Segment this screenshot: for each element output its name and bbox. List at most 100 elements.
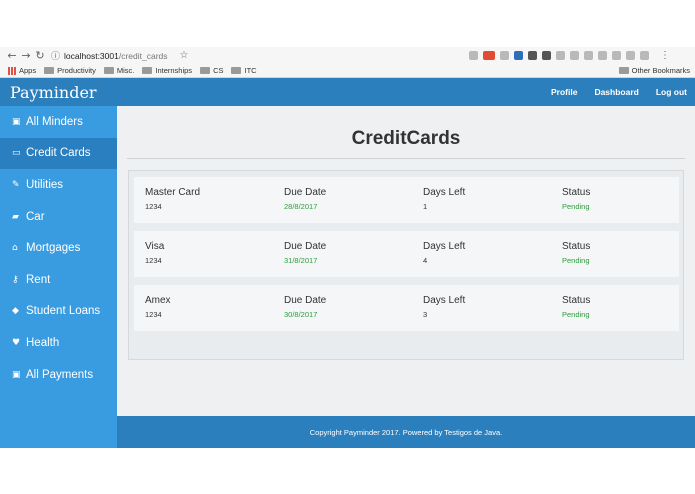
url-host: localhost:3001 xyxy=(64,50,119,61)
extension-icon[interactable] xyxy=(542,51,551,60)
nav-link-dashboard[interactable]: Dashboard xyxy=(594,87,638,97)
status-column: Status Pending xyxy=(562,187,590,211)
days-left-value: 3 xyxy=(423,310,428,319)
card-number: 1234 xyxy=(145,202,162,211)
extension-icon[interactable] xyxy=(640,51,649,60)
folder-icon xyxy=(142,67,153,74)
bookmark-label: Apps xyxy=(19,66,37,75)
bookmark-label: Internships xyxy=(155,66,193,75)
extension-icon[interactable] xyxy=(556,51,565,60)
due-date-column: Due Date 31/8/2017 xyxy=(284,241,326,265)
status-column: Status Pending xyxy=(562,295,590,319)
days-left-column: Days Left 1 xyxy=(423,187,465,211)
sidebar-item-utilities[interactable]: ✎ Utilities xyxy=(0,169,117,201)
forward-arrow-icon[interactable]: → xyxy=(19,49,33,62)
extension-icon[interactable] xyxy=(528,51,537,60)
info-icon: ⓘ xyxy=(51,52,61,62)
folder-icon xyxy=(618,67,629,74)
due-date-value: 30/8/2017 xyxy=(284,310,318,319)
sidebar-item-student-loans[interactable]: ◆ Student Loans xyxy=(0,296,117,328)
key-icon: ⚷ xyxy=(12,274,19,285)
card-name-column: Visa 1234 xyxy=(145,241,164,265)
credit-card-row[interactable]: Visa 1234 Due Date 31/8/2017 Days Left 4… xyxy=(134,231,679,277)
extension-icon[interactable] xyxy=(598,51,607,60)
bookmark-cs[interactable]: CS xyxy=(200,66,223,75)
status-badge: Pending xyxy=(562,310,590,319)
bookmark-internships[interactable]: Internships xyxy=(142,66,192,75)
browser-toolbar: ← → ↻ ⓘ localhost:3001/credit_cards ☆ ⋮ xyxy=(0,47,695,64)
days-left-value: 4 xyxy=(423,256,428,265)
due-date-value: 31/8/2017 xyxy=(284,256,318,265)
card-number: 1234 xyxy=(145,310,162,319)
money-icon: ▣ xyxy=(12,369,21,380)
brand-logo[interactable]: Payminder xyxy=(10,83,97,102)
folder-icon xyxy=(44,67,55,74)
extension-icon[interactable] xyxy=(612,51,621,60)
sidebar-item-label: Student Loans xyxy=(26,305,101,318)
extension-icon[interactable] xyxy=(626,51,635,60)
credit-card-row[interactable]: Amex 1234 Due Date 30/8/2017 Days Left 3… xyxy=(134,285,679,331)
folder-icon xyxy=(231,67,242,74)
card-name-column: Master Card 1234 xyxy=(145,187,200,211)
status-badge: Pending xyxy=(562,202,590,211)
bookmark-label: CS xyxy=(213,66,224,75)
days-left-column: Days Left 4 xyxy=(423,241,465,265)
extension-icon[interactable] xyxy=(570,51,579,60)
status-label: Status xyxy=(562,241,591,252)
days-left-column: Days Left 3 xyxy=(423,295,465,319)
sidebar-item-car[interactable]: ▰ Car xyxy=(0,201,117,233)
bookmark-label: Misc. xyxy=(116,66,135,75)
due-date-label: Due Date xyxy=(284,295,327,306)
footer: Copyright Payminder 2017. Powered by Tes… xyxy=(117,416,695,448)
bookmark-misc[interactable]: Misc. xyxy=(103,66,135,75)
sidebar-item-label: Credit Cards xyxy=(26,147,91,160)
card-name: Amex xyxy=(145,295,171,306)
sidebar-item-credit-cards[interactable]: ▭ Credit Cards xyxy=(0,137,117,170)
extension-icon[interactable] xyxy=(469,51,478,60)
folder-icon xyxy=(200,67,211,74)
nav-link-profile[interactable]: Profile xyxy=(551,87,577,97)
sidebar-item-label: All Payments xyxy=(26,368,94,381)
browser-menu-icon[interactable]: ⋮ xyxy=(660,50,670,61)
back-arrow-icon[interactable]: ← xyxy=(5,49,19,62)
sidebar-item-all-minders[interactable]: ▣ All Minders xyxy=(0,106,117,138)
sidebar: ▣ All Minders ▭ Credit Cards ✎ Utilities ▰ C… xyxy=(0,106,117,448)
extension-icon[interactable] xyxy=(514,51,523,60)
address-bar[interactable]: ⓘ localhost:3001/credit_cards ☆ xyxy=(51,48,461,63)
bookmark-productivity[interactable]: Productivity xyxy=(44,66,96,75)
sidebar-item-health[interactable]: ♥ Health xyxy=(0,327,117,359)
days-left-label: Days Left xyxy=(423,187,466,198)
days-left-label: Days Left xyxy=(423,295,466,306)
bookmark-star-icon[interactable]: ☆ xyxy=(180,50,189,61)
sidebar-item-label: Rent xyxy=(26,273,51,286)
home-icon: ⌂ xyxy=(12,243,18,254)
bookmark-itc[interactable]: ITC xyxy=(231,66,257,75)
card-name-column: Amex 1234 xyxy=(145,295,171,319)
extension-icon[interactable] xyxy=(500,51,509,60)
sidebar-item-mortgages[interactable]: ⌂ Mortgages xyxy=(0,232,117,264)
extension-icon[interactable] xyxy=(584,51,593,60)
title-divider xyxy=(127,158,685,159)
sidebar-item-rent[interactable]: ⚷ Rent xyxy=(0,264,117,296)
card-name: Visa xyxy=(145,241,165,252)
bookmark-apps[interactable]: Apps xyxy=(8,66,36,75)
nav-link-logout[interactable]: Log out xyxy=(656,87,687,97)
extensions-bar: ⋮ xyxy=(469,50,670,61)
money-icon: ▣ xyxy=(12,116,21,127)
credit-card-row[interactable]: Master Card 1234 Due Date 28/8/2017 Days… xyxy=(134,177,679,223)
status-label: Status xyxy=(562,295,591,306)
card-name: Master Card xyxy=(145,187,201,198)
sidebar-item-label: Mortgages xyxy=(26,242,81,255)
browser-chrome: ← → ↻ ⓘ localhost:3001/credit_cards ☆ ⋮ … xyxy=(0,47,695,78)
page-title: CreditCards xyxy=(351,128,461,149)
car-icon: ▰ xyxy=(12,211,19,222)
sidebar-item-all-payments[interactable]: ▣ All Payments xyxy=(0,359,117,391)
extension-icon[interactable] xyxy=(483,51,495,60)
bookmarks-bar: Apps Productivity Misc. Internships CS I… xyxy=(0,64,695,77)
app-navbar: Payminder Profile Dashboard Log out xyxy=(0,78,695,106)
status-label: Status xyxy=(562,187,591,198)
status-badge: Pending xyxy=(562,256,590,265)
bookmark-other[interactable]: Other Bookmarks xyxy=(618,66,690,75)
due-date-value: 28/8/2017 xyxy=(284,202,318,211)
reload-icon[interactable]: ↻ xyxy=(33,49,47,62)
